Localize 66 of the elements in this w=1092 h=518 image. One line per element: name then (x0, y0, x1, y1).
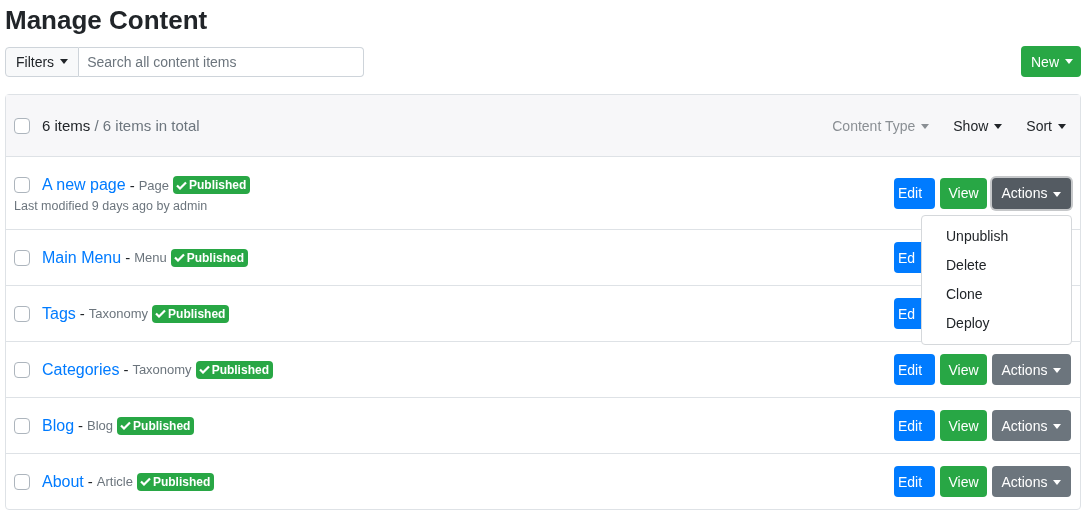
status-badge: Published (173, 176, 251, 194)
actions-dropdown[interactable]: Actions (992, 354, 1071, 385)
show-dropdown[interactable]: Show (949, 117, 1007, 134)
status-badge: Published (152, 304, 230, 323)
check-icon (176, 180, 187, 190)
content-title-link[interactable]: About (42, 472, 84, 491)
caret-icon (1053, 368, 1062, 374)
content-title-link[interactable]: Categories (42, 360, 120, 379)
separator-dash: - (78, 417, 84, 434)
last-modified-text: Last modified 9 days ago by admin (14, 199, 209, 213)
edit-button[interactable]: Edit (894, 410, 935, 441)
actions-dropdown[interactable]: Actions (992, 466, 1071, 497)
separator-dash: - (123, 361, 129, 378)
checkbox[interactable] (14, 305, 30, 322)
edit-button[interactable]: Edit (894, 466, 935, 497)
check-icon (173, 253, 185, 262)
check-icon (139, 477, 151, 486)
filters-dropdown[interactable]: Filters (5, 46, 80, 77)
separator-dash: - (129, 176, 135, 194)
caret-icon (921, 124, 930, 130)
caret-icon (1053, 191, 1062, 197)
item-count: 6 items / 6 items in total (42, 117, 200, 134)
view-button[interactable]: View (940, 177, 987, 209)
separator-dash: - (79, 305, 85, 322)
view-button[interactable]: View (940, 410, 987, 441)
sort-dropdown[interactable]: Sort (1022, 117, 1070, 134)
caret-icon (1058, 124, 1066, 130)
search-field[interactable]: Search all content items (79, 46, 365, 77)
content-type: Article (96, 474, 133, 489)
status-badge: Published (117, 416, 195, 435)
content-type: Page (138, 177, 169, 193)
check-icon (155, 309, 167, 318)
actions-dropdown[interactable]: Actions (992, 177, 1071, 209)
view-button[interactable]: View (940, 354, 987, 385)
content-type: Menu (134, 250, 167, 265)
content-title-link[interactable]: Main Menu (42, 248, 122, 267)
checkbox[interactable] (14, 361, 30, 378)
separator-dash: - (87, 473, 93, 490)
checkbox[interactable] (14, 117, 30, 134)
actions-dropdown[interactable]: Actions (992, 410, 1071, 441)
content-type: Blog (87, 418, 114, 433)
page-title: Manage Content (5, 4, 209, 37)
separator-dash: - (125, 249, 131, 266)
check-icon (120, 421, 132, 430)
content-type: Taxonomy (88, 306, 149, 321)
new-button[interactable]: New (1021, 46, 1081, 77)
edit-button[interactable]: Edit (894, 354, 935, 385)
caret-icon (60, 59, 69, 64)
content-title-link[interactable]: Blog (42, 416, 75, 435)
checkbox[interactable] (14, 473, 30, 490)
caret-icon (1065, 59, 1073, 64)
content-type: Taxonomy (132, 362, 192, 377)
content-title-link[interactable]: A new page (42, 176, 126, 194)
edit-button[interactable]: Edit (894, 177, 935, 209)
caret-icon (1053, 424, 1062, 430)
content-title-link[interactable]: Tags (42, 304, 76, 323)
checkbox[interactable] (14, 249, 30, 266)
check-icon (198, 365, 210, 374)
checkbox[interactable] (14, 417, 30, 434)
status-badge: Published (170, 248, 249, 267)
checkbox[interactable] (14, 177, 30, 193)
status-badge: Published (195, 360, 273, 379)
caret-icon (994, 124, 1003, 130)
caret-icon (1053, 480, 1062, 486)
status-badge: Published (136, 472, 215, 491)
view-button[interactable]: View (940, 466, 987, 497)
